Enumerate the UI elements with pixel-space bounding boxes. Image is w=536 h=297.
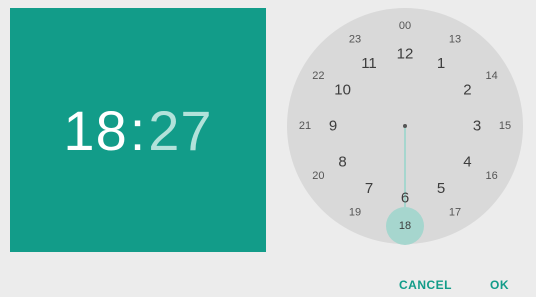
clock-area: 12 1 2 3 4 5 6 7 8 9 10 11 00 13 14 15 16 17 18 19 20 21 22 23 [266,8,534,252]
outer-hour-8[interactable]: 8 [338,154,346,171]
outer-hour-5[interactable]: 5 [437,180,445,197]
inner-hour-13[interactable]: 13 [449,33,461,45]
outer-hour-1[interactable]: 1 [437,55,445,72]
inner-hour-20[interactable]: 20 [312,170,324,182]
inner-hour-16[interactable]: 16 [485,170,497,182]
outer-hour-12[interactable]: 12 [397,46,414,63]
inner-hour-21[interactable]: 21 [299,120,311,132]
inner-hour-14[interactable]: 14 [485,70,497,82]
cancel-button[interactable]: CANCEL [399,278,452,292]
inner-hour-17[interactable]: 17 [449,207,461,219]
outer-hour-2[interactable]: 2 [463,82,471,99]
time-picker-dialog: 18:27 12 1 2 3 4 5 6 7 8 9 10 11 00 13 14 15 16 17 18 19 20… [0,0,536,297]
outer-hour-11[interactable]: 11 [361,55,377,72]
time-separator: : [129,98,147,162]
outer-hour-10[interactable]: 10 [334,82,351,99]
outer-hour-6[interactable]: 6 [401,190,409,207]
selected-hour-display[interactable]: 18 [63,98,127,163]
inner-hour-19[interactable]: 19 [349,207,361,219]
inner-hour-22[interactable]: 22 [312,70,324,82]
time-display-header: 18:27 [10,8,266,252]
inner-hour-00[interactable]: 00 [399,20,411,32]
outer-hour-7[interactable]: 7 [365,180,373,197]
ok-button[interactable]: OK [490,278,509,292]
selected-minute-display[interactable]: 27 [148,98,212,163]
inner-hour-23[interactable]: 23 [349,33,361,45]
clock-center-dot [403,124,407,128]
inner-hour-18[interactable]: 18 [399,220,411,232]
outer-hour-9[interactable]: 9 [329,118,337,135]
dialog-actions: CANCEL OK [0,252,536,297]
outer-hour-4[interactable]: 4 [463,154,471,171]
clock-dial[interactable]: 121234567891011 001314151617181920212223 [266,8,534,252]
outer-hour-3[interactable]: 3 [473,118,481,135]
inner-hour-15[interactable]: 15 [499,120,511,132]
